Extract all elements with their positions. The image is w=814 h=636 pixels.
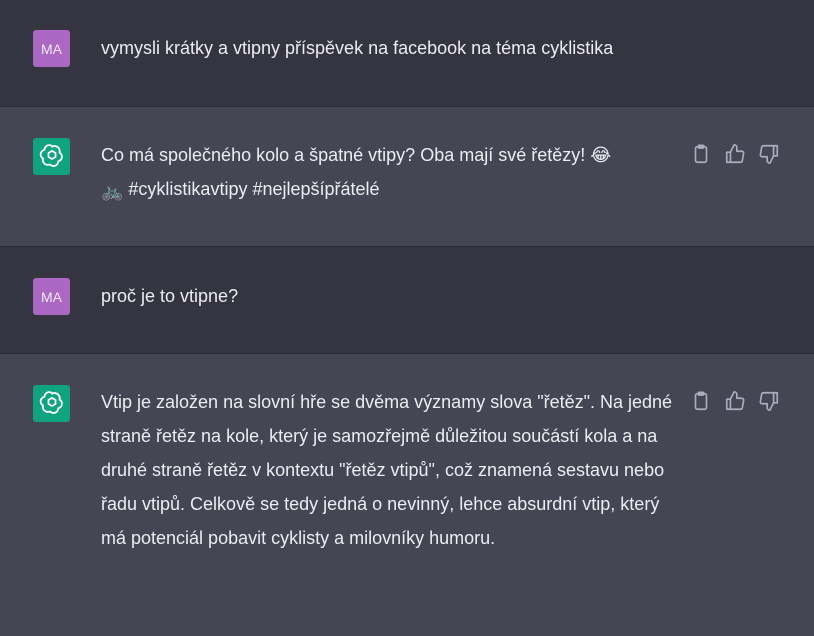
user-message-text: vymysli krátky a vtipny příspěvek na fac… xyxy=(101,38,614,58)
thumbs-up-icon[interactable] xyxy=(724,390,746,412)
user-message-text: proč je to vtipne? xyxy=(101,286,239,306)
clipboard-icon[interactable] xyxy=(690,143,712,165)
assistant-text-line-2: 🚲 #cyklistikavtipy #nejlepšípřátelé xyxy=(101,172,676,208)
bicycle-icon: 🚲 xyxy=(101,181,124,201)
message-actions xyxy=(690,143,780,165)
openai-logo-icon xyxy=(39,143,63,167)
user-avatar: MA xyxy=(33,30,70,67)
message-actions xyxy=(690,390,780,412)
hashtags: #cyklistikavtipy #nejlepšípřátelé xyxy=(123,179,380,199)
assistant-avatar xyxy=(33,385,70,422)
openai-logo-icon xyxy=(39,390,63,414)
thumbs-down-icon[interactable] xyxy=(758,143,780,165)
user-message: MA proč je to vtipne? xyxy=(0,247,814,354)
thumbs-up-icon[interactable] xyxy=(724,143,746,165)
clipboard-icon[interactable] xyxy=(690,390,712,412)
assistant-message-text: Vtip je založen na slovní hře se dvěma v… xyxy=(101,392,673,548)
assistant-message: Vtip je založen na slovní hře se dvěma v… xyxy=(0,354,814,636)
user-message: MA vymysli krátky a vtipny příspěvek na … xyxy=(0,0,814,107)
assistant-message: Co má společného kolo a špatné vtipy? Ob… xyxy=(0,107,814,247)
assistant-message-text: Co má společného kolo a špatné vtipy? Ob… xyxy=(101,138,676,208)
conversation-thread: MA vymysli krátky a vtipny příspěvek na … xyxy=(0,0,814,636)
assistant-text-line-1: Co má společného kolo a špatné vtipy? Ob… xyxy=(101,145,612,165)
thumbs-down-icon[interactable] xyxy=(758,390,780,412)
assistant-avatar xyxy=(33,138,70,175)
user-avatar: MA xyxy=(33,278,70,315)
